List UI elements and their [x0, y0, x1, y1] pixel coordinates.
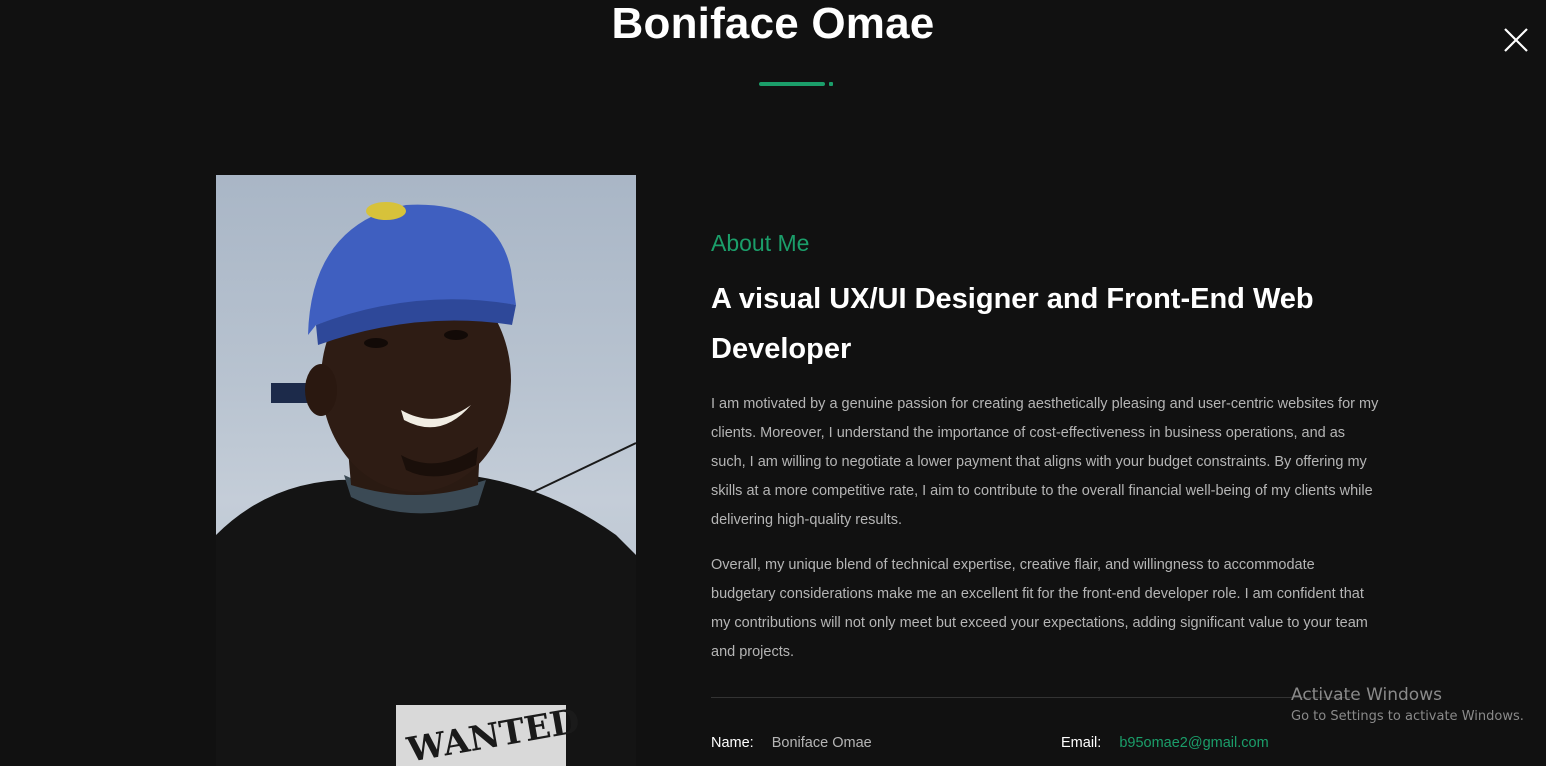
name-label: Name: — [711, 735, 754, 751]
about-modal: Boniface Omae WANTED About Me A visual U… — [0, 0, 1546, 766]
info-email: Email: b95omae2@gmail.com — [1061, 734, 1269, 752]
watermark-subtitle: Go to Settings to activate Windows. — [1291, 709, 1524, 724]
underline-dot — [829, 82, 833, 86]
close-icon — [1504, 28, 1528, 52]
divider — [711, 697, 1351, 698]
underline-bar — [759, 82, 825, 86]
name-value: Boniface Omae — [771, 735, 872, 751]
profile-photo: WANTED — [216, 175, 636, 766]
info-name: Name: Boniface Omae — [711, 734, 872, 752]
activate-windows-watermark: Activate Windows Go to Settings to activ… — [1291, 684, 1524, 728]
page-title: Boniface Omae — [611, 0, 935, 48]
section-label: About Me — [711, 230, 810, 256]
title-underline — [759, 82, 835, 86]
email-link[interactable]: b95omae2@gmail.com — [1119, 735, 1268, 751]
about-paragraph-2: Overall, my unique blend of technical ex… — [711, 557, 1368, 660]
close-button[interactable] — [1502, 26, 1530, 54]
about-content: About Me A visual UX/UI Designer and Fro… — [711, 226, 1391, 667]
about-paragraph-1: I am motivated by a genuine passion for … — [711, 396, 1379, 528]
watermark-title: Activate Windows — [1291, 685, 1442, 705]
headline: A visual UX/UI Designer and Front-End We… — [711, 283, 1314, 365]
email-label: Email: — [1061, 735, 1102, 751]
